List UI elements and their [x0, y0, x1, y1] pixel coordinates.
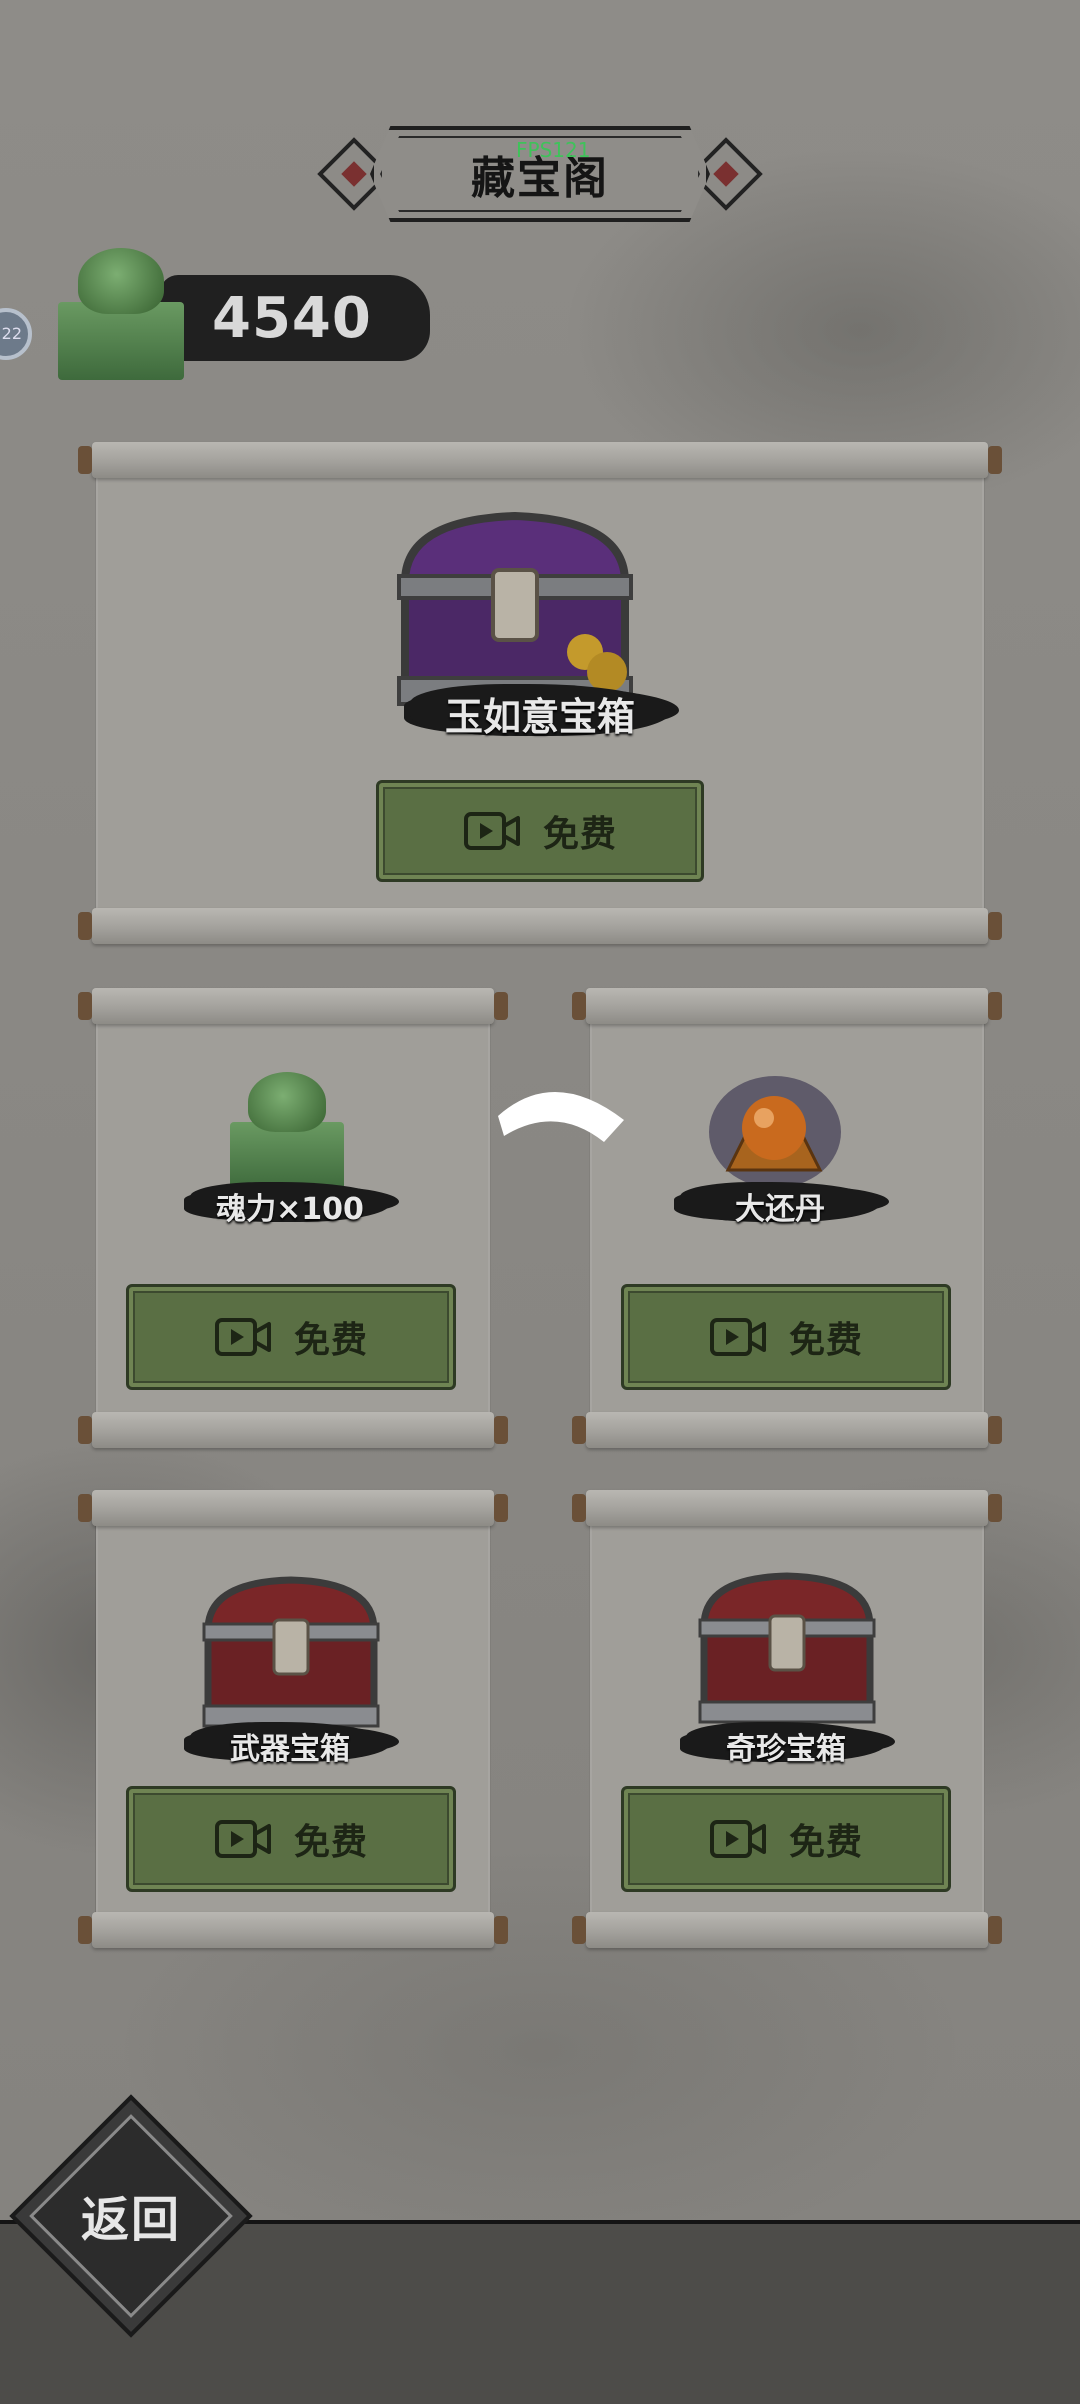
loading-spinner-icon — [498, 1091, 624, 1142]
back-button-label: 返回 — [80, 2192, 181, 2248]
fps-counter: FPS121 — [516, 138, 591, 162]
video-icon — [214, 1820, 271, 1858]
video-icon — [214, 1318, 271, 1356]
scroll-roller-bottom — [572, 1912, 1002, 1948]
reward-button-label: 免费 — [788, 1320, 863, 1361]
red-chest-icon — [202, 1576, 380, 1728]
reward-button-label: 免费 — [293, 1822, 368, 1863]
scroll-roller-top — [572, 1490, 1002, 1526]
scroll-roller-top — [78, 442, 1002, 478]
jade-seal-icon — [228, 1072, 348, 1190]
reward-name: 大还丹 — [735, 1192, 825, 1227]
purple-chest-icon — [397, 511, 633, 706]
video-icon — [463, 812, 520, 850]
jade-seal-icon — [56, 248, 188, 383]
currency-amount: 4540 — [212, 285, 372, 351]
video-icon — [709, 1820, 766, 1858]
scroll-roller-bottom — [78, 1912, 508, 1948]
reward-name: 武器宝箱 — [230, 1732, 350, 1767]
reward-free-button[interactable]: 免费 — [126, 1284, 456, 1390]
scroll-roller-bottom — [572, 1412, 1002, 1448]
reward-name: 奇珍宝箱 — [726, 1732, 846, 1767]
scroll-roller-bottom — [78, 908, 1002, 944]
reward-name: 魂力×100 — [216, 1192, 364, 1227]
currency-bar: 4540 — [160, 275, 430, 361]
main-reward-name: 玉如意宝箱 — [444, 695, 635, 739]
main-reward-free-button[interactable]: 免费 — [376, 780, 704, 882]
video-icon — [709, 1318, 766, 1356]
elixir-pill-icon — [709, 1076, 841, 1188]
scroll-roller-top — [572, 988, 1002, 1024]
reward-button-label: 免费 — [788, 1822, 863, 1863]
scroll-roller-bottom — [78, 1412, 508, 1448]
scroll-roller-top — [78, 1490, 508, 1526]
reward-free-button[interactable]: 免费 — [126, 1786, 456, 1892]
main-reward-button-label: 免费 — [542, 814, 617, 855]
reward-free-button[interactable]: 免费 — [621, 1284, 951, 1390]
reward-free-button[interactable]: 免费 — [621, 1786, 951, 1892]
reward-button-label: 免费 — [293, 1320, 368, 1361]
scroll-roller-top — [78, 988, 508, 1024]
red-chest-icon — [698, 1572, 876, 1724]
